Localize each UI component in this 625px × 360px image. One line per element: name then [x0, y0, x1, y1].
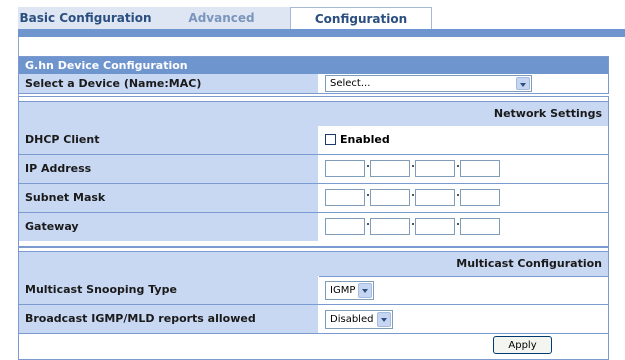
- dhcp-row: DHCP Client Enabled: [19, 126, 608, 154]
- multicast-config-header: Multicast Configuration: [19, 251, 608, 277]
- snooping-type-label: Multicast Snooping Type: [25, 283, 177, 296]
- device-select-row: Select a Device (Name:MAC) Select...: [19, 74, 608, 93]
- subnet-mask-label: Subnet Mask: [25, 191, 106, 204]
- device-select-label: Select a Device (Name:MAC): [25, 77, 202, 90]
- ip-address-row: IP Address: [19, 155, 608, 183]
- gateway-row: Gateway: [19, 213, 608, 241]
- gateway-octet-4-input[interactable]: [460, 218, 500, 235]
- device-config-title: G.hn Device Configuration: [19, 57, 608, 74]
- tab-configuration-backup[interactable]: Configuration Backup: [290, 7, 432, 48]
- device-config-panel: G.hn Device Configuration Select a Devic…: [18, 56, 609, 94]
- ip-octet-2-input[interactable]: [370, 160, 410, 177]
- snooping-type-select[interactable]: IGMP: [325, 281, 374, 300]
- apply-button[interactable]: Apply: [493, 336, 552, 354]
- mask-octet-4-input[interactable]: [460, 189, 500, 206]
- tab-basic-configuration[interactable]: Basic Configuration: [18, 7, 153, 29]
- ip-address-label: IP Address: [25, 162, 92, 175]
- subnet-mask-row: Subnet Mask: [19, 184, 608, 212]
- chevron-down-icon[interactable]: [377, 312, 391, 327]
- broadcast-reports-row: Broadcast IGMP/MLD reports allowed Disab…: [19, 305, 608, 333]
- chevron-down-icon[interactable]: [358, 283, 372, 298]
- broadcast-reports-label: Broadcast IGMP/MLD reports allowed: [25, 312, 256, 325]
- dhcp-enabled-label: Enabled: [340, 133, 390, 146]
- mask-octet-2-input[interactable]: [370, 189, 410, 206]
- mask-octet-1-input[interactable]: [325, 189, 365, 206]
- gateway-octet-2-input[interactable]: [370, 218, 410, 235]
- mask-octet-3-input[interactable]: [415, 189, 455, 206]
- dhcp-label: DHCP Client: [25, 133, 100, 146]
- tab-content-header-bar: [18, 29, 625, 37]
- dhcp-enabled-checkbox[interactable]: [325, 134, 336, 145]
- network-settings-panel: Network Settings DHCP Client Enabled IP …: [18, 96, 609, 247]
- network-settings-header: Network Settings: [19, 101, 608, 127]
- snooping-type-value: IGMP: [330, 285, 356, 296]
- ip-octet-3-input[interactable]: [415, 160, 455, 177]
- broadcast-reports-value: Disabled: [330, 314, 374, 325]
- gateway-octet-3-input[interactable]: [415, 218, 455, 235]
- snooping-type-row: Multicast Snooping Type IGMP: [19, 276, 608, 304]
- ip-octet-4-input[interactable]: [460, 160, 500, 177]
- broadcast-reports-select[interactable]: Disabled: [325, 310, 393, 329]
- gateway-octet-1-input[interactable]: [325, 218, 365, 235]
- ip-octet-1-input[interactable]: [325, 160, 365, 177]
- gateway-label: Gateway: [25, 220, 79, 233]
- ip-address-field: [319, 155, 608, 183]
- gateway-field: [319, 213, 608, 241]
- multicast-config-title: Multicast Configuration: [456, 257, 602, 270]
- device-select-value: Select...: [330, 78, 371, 89]
- device-select[interactable]: Select...: [325, 75, 532, 92]
- tab-advanced-configuration[interactable]: Advanced Configuration: [153, 7, 290, 47]
- subnet-mask-field: [319, 184, 608, 212]
- network-settings-title: Network Settings: [493, 107, 602, 120]
- chevron-down-icon[interactable]: [516, 77, 530, 90]
- multicast-config-panel: Multicast Configuration Multicast Snoopi…: [18, 247, 609, 360]
